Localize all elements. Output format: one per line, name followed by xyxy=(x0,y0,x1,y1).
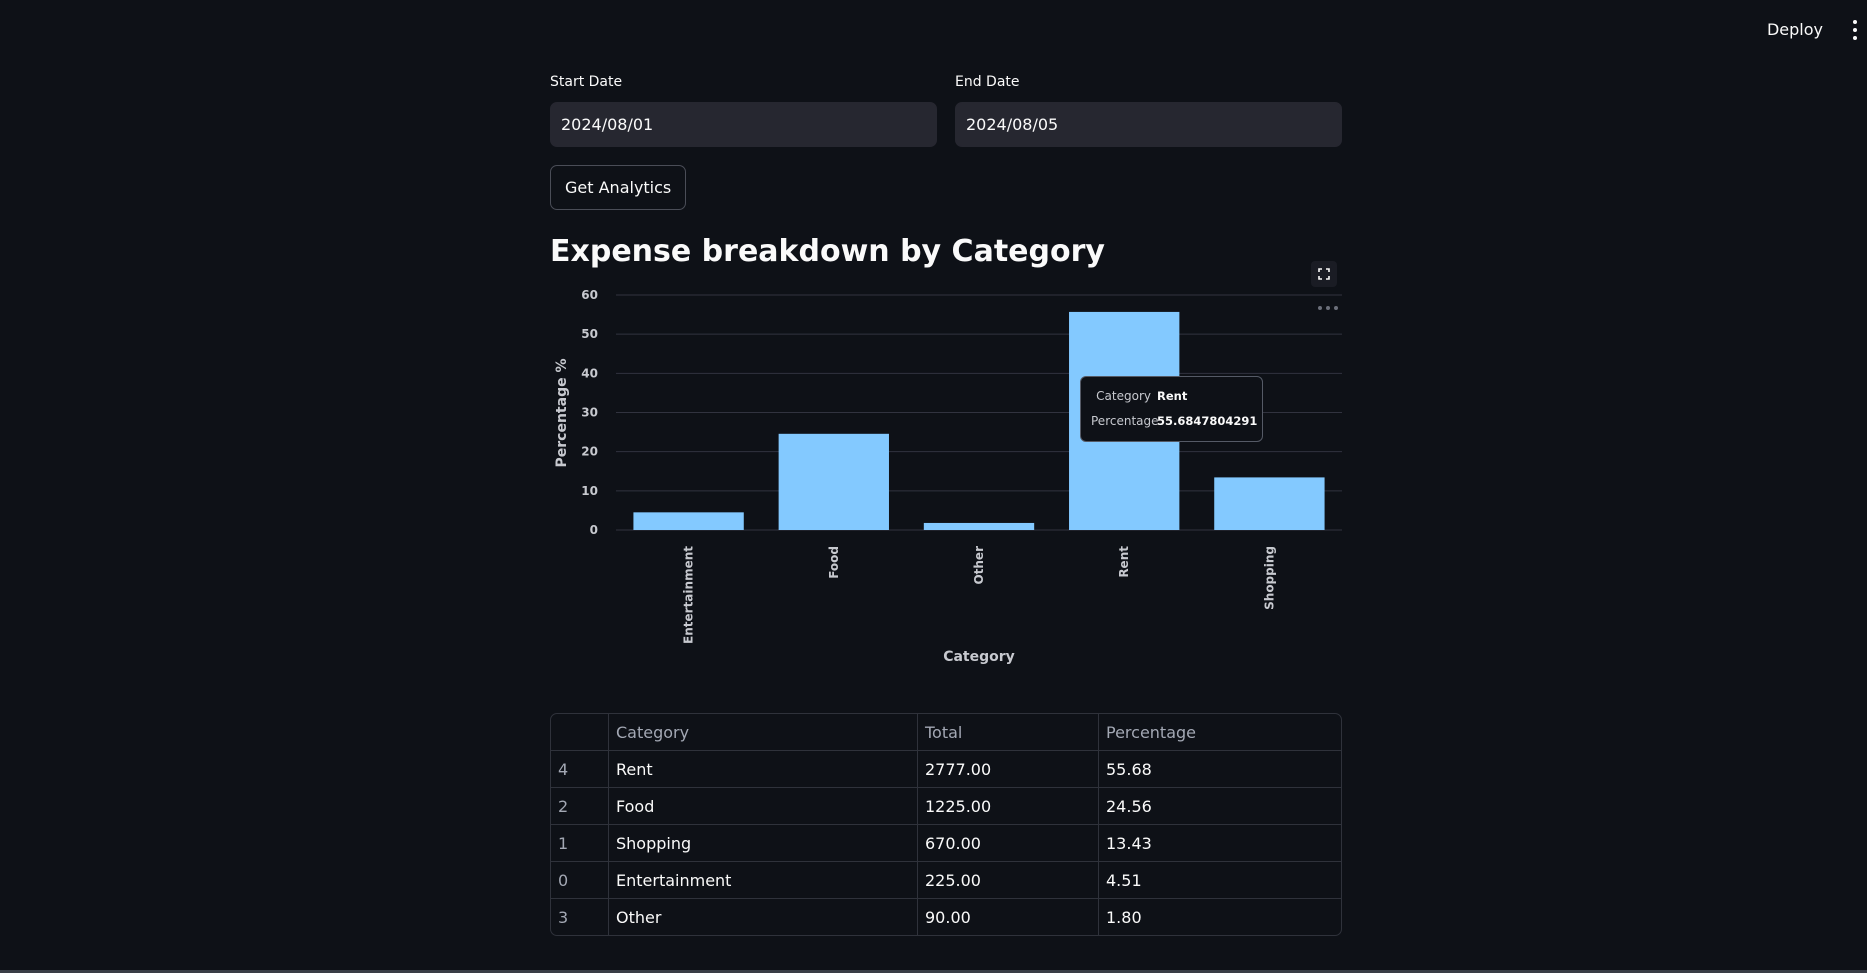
table-row: 1 Shopping 670.00 13.43 xyxy=(551,825,1341,862)
row-index[interactable]: 1 xyxy=(551,825,609,862)
more-options-icon[interactable] xyxy=(1318,305,1338,311)
y-axis-title: Percentage % xyxy=(554,359,570,468)
y-tick-label: 30 xyxy=(581,406,598,420)
column-header-index[interactable] xyxy=(551,714,609,751)
x-tick-label: Other xyxy=(972,546,986,585)
column-header-percentage[interactable]: Percentage xyxy=(1099,714,1341,751)
vertical-dots-icon[interactable] xyxy=(1851,20,1859,40)
y-tick-label: 60 xyxy=(581,288,598,302)
row-percentage[interactable]: 4.51 xyxy=(1099,862,1341,899)
row-percentage[interactable]: 13.43 xyxy=(1099,825,1341,862)
row-category[interactable]: Entertainment xyxy=(609,862,918,899)
row-total[interactable]: 1225.00 xyxy=(918,788,1099,825)
start-date-input[interactable] xyxy=(550,102,937,147)
end-date-group: End Date xyxy=(955,74,1342,147)
y-tick-label: 40 xyxy=(581,366,598,380)
table-row: 3 Other 90.00 1.80 xyxy=(551,899,1341,935)
deploy-button[interactable]: Deploy xyxy=(1761,19,1829,40)
tooltip-percentage-label: Percentage xyxy=(1091,414,1159,428)
tooltip-category-label: Category xyxy=(1096,389,1151,403)
table-header-row: Category Total Percentage xyxy=(551,714,1341,751)
table-row: 0 Entertainment 225.00 4.51 xyxy=(551,862,1341,899)
row-total[interactable]: 2777.00 xyxy=(918,751,1099,788)
end-date-input[interactable] xyxy=(955,102,1342,147)
x-tick-label: Rent xyxy=(1117,546,1131,578)
table-row: 2 Food 1225.00 24.56 xyxy=(551,788,1341,825)
get-analytics-button[interactable]: Get Analytics xyxy=(550,165,687,210)
column-header-total[interactable]: Total xyxy=(918,714,1099,751)
x-tick-label: Food xyxy=(827,546,841,579)
x-tick-label: Entertainment xyxy=(682,546,696,644)
chart-tooltip: Category Rent Percentage 55.6847804291 xyxy=(1080,376,1263,442)
row-total[interactable]: 670.00 xyxy=(918,825,1099,862)
row-category[interactable]: Shopping xyxy=(609,825,918,862)
tooltip-percentage-value: 55.6847804291 xyxy=(1157,414,1258,428)
row-percentage[interactable]: 24.56 xyxy=(1099,788,1341,825)
bar-food xyxy=(778,433,889,530)
row-index[interactable]: 2 xyxy=(551,788,609,825)
x-axis-title: Category xyxy=(943,649,1015,665)
start-date-group: Start Date xyxy=(550,74,937,147)
row-index[interactable]: 0 xyxy=(551,862,609,899)
x-tick-label: Shopping xyxy=(1262,546,1276,610)
bar-entertainment xyxy=(633,512,744,530)
y-tick-label: 10 xyxy=(581,484,598,498)
y-tick-label: 20 xyxy=(581,445,598,459)
chart-svg: 0 10 20 30 40 50 60 Entertainment Food Other Rent S… xyxy=(554,288,1342,665)
row-total[interactable]: 90.00 xyxy=(918,899,1099,935)
bar-shopping xyxy=(1214,477,1325,530)
expense-bar-chart: 0 10 20 30 40 50 60 Entertainment Food Other Rent S… xyxy=(550,280,1342,680)
tooltip-percentage-row: Percentage 55.6847804291 xyxy=(1091,414,1257,434)
row-percentage[interactable]: 1.80 xyxy=(1099,899,1341,935)
top-bar: Deploy xyxy=(0,0,1867,60)
y-tick-label: 50 xyxy=(581,327,598,341)
end-date-label: End Date xyxy=(955,74,1020,90)
tooltip-category-value: Rent xyxy=(1157,389,1188,403)
category-table: Category Total Percentage 4 Rent 2777.00… xyxy=(550,713,1342,936)
row-category[interactable]: Rent xyxy=(609,751,918,788)
section-title: Expense breakdown by Category xyxy=(550,234,1105,269)
column-header-category[interactable]: Category xyxy=(609,714,918,751)
start-date-label: Start Date xyxy=(550,74,623,90)
row-index[interactable]: 4 xyxy=(551,751,609,788)
y-tick-label: 0 xyxy=(590,523,598,537)
row-total[interactable]: 225.00 xyxy=(918,862,1099,899)
row-percentage[interactable]: 55.68 xyxy=(1099,751,1341,788)
tooltip-category-row: Category Rent xyxy=(1091,389,1252,409)
row-index[interactable]: 3 xyxy=(551,899,609,935)
bar-other xyxy=(923,522,1035,530)
date-range-row: Start Date End Date xyxy=(550,74,1342,147)
row-category[interactable]: Food xyxy=(609,788,918,825)
row-category[interactable]: Other xyxy=(609,899,918,935)
table-row: 4 Rent 2777.00 55.68 xyxy=(551,751,1341,788)
